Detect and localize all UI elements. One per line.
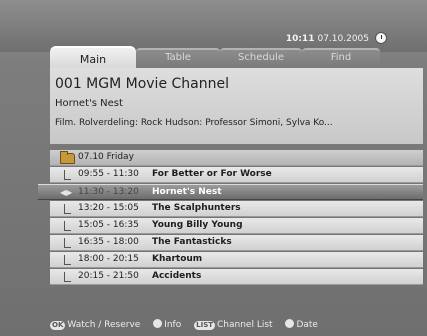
program-time: 13:20 - 15:05 bbox=[78, 203, 139, 213]
date-hint[interactable]: Date bbox=[285, 319, 318, 330]
program-title: Hornet's Nest bbox=[55, 98, 123, 109]
date-label: 07.10 Friday bbox=[78, 152, 134, 162]
list-item[interactable]: 18:00 - 20:15 Khartoum bbox=[50, 252, 423, 268]
tab-schedule[interactable]: Schedule bbox=[220, 48, 302, 68]
program-description: Film. Rolverdeling: Rock Hudson: Profess… bbox=[55, 118, 333, 128]
folder-icon bbox=[60, 151, 75, 164]
tab-table[interactable]: Table bbox=[136, 48, 220, 68]
selection-arrows-icon: ◀▶ bbox=[60, 188, 73, 197]
channel-list-hint[interactable]: LIST Channel List bbox=[194, 320, 273, 330]
date-label: Date bbox=[296, 320, 318, 330]
list-item[interactable]: 15:05 - 16:35 Young Billy Young bbox=[50, 218, 423, 234]
tree-branch-icon bbox=[64, 204, 71, 214]
list-item[interactable]: 13:20 - 15:05 The Scalphunters bbox=[50, 201, 423, 217]
program-time: 11:30 - 13:20 bbox=[78, 187, 139, 197]
clock-date: 07.10.2005 bbox=[317, 34, 369, 44]
program-time: 20:15 - 21:50 bbox=[78, 271, 139, 281]
channel-list-label: Channel List bbox=[217, 320, 273, 330]
program-time: 18:00 - 20:15 bbox=[78, 254, 139, 264]
program-title: Young Billy Young bbox=[152, 220, 243, 230]
program-title: Hornet's Nest bbox=[152, 187, 222, 197]
tree-branch-icon bbox=[64, 221, 71, 231]
watch-reserve-hint[interactable]: OK Watch / Reserve bbox=[50, 320, 140, 330]
program-title: For Better or For Worse bbox=[152, 169, 272, 179]
list-item[interactable]: 20:15 - 21:50 Accidents bbox=[50, 269, 423, 285]
info-hint[interactable]: Info bbox=[153, 319, 181, 330]
channel-name: 001 MGM Movie Channel bbox=[55, 76, 229, 92]
top-bar: 10:11 07.10.2005 bbox=[0, 0, 427, 52]
tree-branch-icon bbox=[64, 170, 71, 180]
tab-bar: Main Table Schedule Find bbox=[50, 46, 380, 70]
list-item[interactable]: 09:55 - 11:30 For Better or For Worse bbox=[50, 167, 423, 183]
program-time: 16:35 - 18:00 bbox=[78, 237, 139, 247]
ok-key-icon: OK bbox=[50, 321, 66, 330]
program-time: 15:05 - 16:35 bbox=[78, 220, 139, 230]
program-title: Accidents bbox=[152, 271, 202, 281]
tree-branch-icon bbox=[64, 272, 71, 282]
clock-display: 10:11 07.10.2005 bbox=[286, 34, 369, 44]
date-row[interactable]: 07.10 Friday bbox=[50, 150, 423, 166]
info-key-icon bbox=[153, 319, 163, 328]
tab-main[interactable]: Main bbox=[50, 46, 136, 70]
tree-branch-icon bbox=[64, 255, 71, 265]
program-list: 07.10 Friday 09:55 - 11:30 For Better or… bbox=[38, 150, 423, 326]
tab-find[interactable]: Find bbox=[302, 48, 380, 68]
program-title: The Scalphunters bbox=[152, 203, 241, 213]
tree-branch-icon bbox=[64, 238, 71, 248]
key-legend: OK Watch / Reserve Info LIST Channel List … bbox=[50, 319, 423, 333]
program-title: The Fantasticks bbox=[152, 237, 232, 247]
list-item-selected[interactable]: ◀▶ 11:30 - 13:20 Hornet's Nest bbox=[38, 184, 423, 200]
clock-time: 10:11 bbox=[285, 34, 315, 44]
program-info-panel: 001 MGM Movie Channel Hornet's Nest Film… bbox=[50, 68, 423, 144]
date-key-icon bbox=[285, 319, 295, 328]
clock-icon bbox=[375, 32, 387, 44]
watch-reserve-label: Watch / Reserve bbox=[67, 320, 141, 330]
info-label: Info bbox=[164, 320, 182, 330]
list-key-icon: LIST bbox=[194, 321, 216, 330]
program-title: Khartoum bbox=[152, 254, 203, 264]
list-item[interactable]: 16:35 - 18:00 The Fantasticks bbox=[50, 235, 423, 251]
epg-screen: 10:11 07.10.2005 Main Table Schedule Find… bbox=[0, 0, 427, 336]
program-time: 09:55 - 11:30 bbox=[78, 169, 139, 179]
